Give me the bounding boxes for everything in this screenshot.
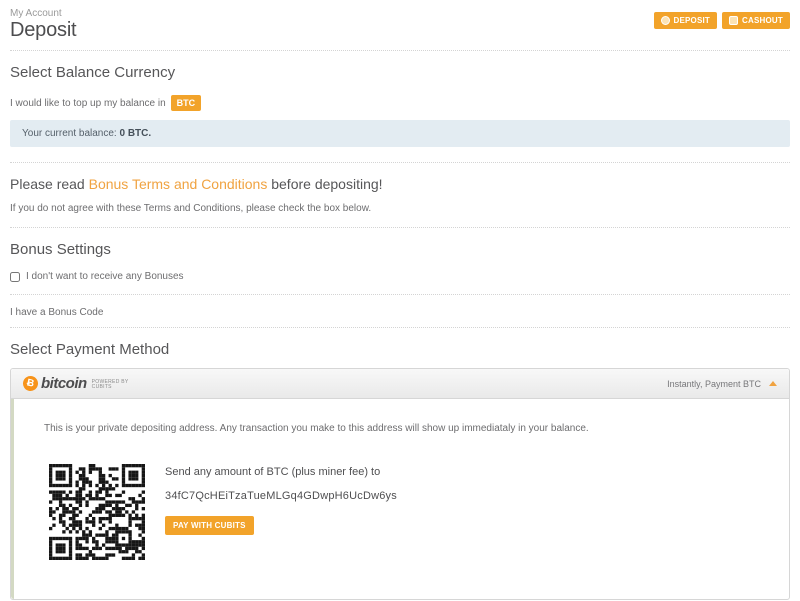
- deposit-grid: Send any amount of BTC (plus miner fee) …: [44, 464, 769, 560]
- terms-note: If you do not agree with these Terms and…: [10, 203, 790, 214]
- bitcoin-payment-panel: Ƀ bitcoin POWERED BY CUBITS Instantly, P…: [10, 368, 790, 600]
- bitcoin-address: 34fC7QcHEiTzaTueMLGq4GDwpH6UcDw6ys: [165, 490, 397, 502]
- page-header: My Account Deposit DEPOSIT CASHOUT: [10, 8, 790, 41]
- divider: [10, 227, 790, 228]
- collapse-arrow-icon[interactable]: [769, 381, 777, 386]
- terms-before: Please read: [10, 176, 89, 192]
- bitcoin-panel-header[interactable]: Ƀ bitcoin POWERED BY CUBITS Instantly, P…: [11, 369, 789, 399]
- no-bonus-checkbox[interactable]: [10, 272, 20, 282]
- topup-row: I would like to top up my balance in BTC: [10, 95, 790, 111]
- balance-value: 0 BTC.: [119, 128, 151, 139]
- divider: [10, 327, 790, 328]
- topup-text: I would like to top up my balance in: [10, 98, 166, 109]
- no-bonus-label: I don't want to receive any Bonuses: [26, 271, 184, 282]
- bonus-section-heading: Bonus Settings: [10, 241, 790, 258]
- cashout-button[interactable]: CASHOUT: [722, 12, 790, 29]
- bitcoin-brand-name: bitcoin: [41, 375, 87, 392]
- page-title-block: My Account Deposit: [10, 8, 76, 41]
- deposit-button[interactable]: DEPOSIT: [654, 12, 718, 29]
- divider: [10, 50, 790, 51]
- terms-line: Please read Bonus Terms and Conditions b…: [10, 176, 790, 192]
- bitcoin-logo-icon: Ƀ: [22, 375, 40, 393]
- panel-status-text: Instantly, Payment BTC: [667, 379, 761, 389]
- balance-label: Your current balance:: [22, 128, 117, 139]
- no-bonus-row: I don't want to receive any Bonuses: [10, 271, 790, 282]
- balance-section-heading: Select Balance Currency: [10, 64, 790, 81]
- payment-section-heading: Select Payment Method: [10, 341, 790, 358]
- send-instruction: Send any amount of BTC (plus miner fee) …: [165, 466, 397, 478]
- divider: [10, 162, 790, 163]
- bonus-code-toggle[interactable]: I have a Bonus Code: [10, 307, 790, 318]
- cash-icon: [729, 16, 738, 25]
- bonus-terms-link[interactable]: Bonus Terms and Conditions: [89, 176, 268, 192]
- deposit-page: My Account Deposit DEPOSIT CASHOUT Selec…: [0, 0, 800, 600]
- panel-status: Instantly, Payment BTC: [667, 379, 777, 389]
- deposit-button-label: DEPOSIT: [674, 16, 711, 25]
- powered-by-cubits-label: POWERED BY CUBITS: [92, 380, 129, 390]
- balance-info-box: Your current balance: 0 BTC.: [10, 120, 790, 147]
- currency-badge[interactable]: BTC: [171, 95, 202, 111]
- pay-with-cubits-button[interactable]: PAY WITH CUBITS: [165, 516, 254, 535]
- terms-after: before depositing!: [267, 176, 382, 192]
- page-title: Deposit: [10, 19, 76, 41]
- send-column: Send any amount of BTC (plus miner fee) …: [165, 464, 397, 535]
- deposit-description: This is your private depositing address.…: [44, 423, 769, 434]
- bitcoin-panel-body: This is your private depositing address.…: [11, 399, 789, 599]
- cashout-button-label: CASHOUT: [742, 16, 783, 25]
- bitcoin-brand: Ƀ bitcoin POWERED BY CUBITS: [23, 375, 129, 392]
- divider: [10, 294, 790, 295]
- breadcrumb: My Account: [10, 8, 76, 19]
- coin-icon: [661, 16, 670, 25]
- header-buttons: DEPOSIT CASHOUT: [654, 12, 791, 29]
- qr-code: [49, 464, 145, 560]
